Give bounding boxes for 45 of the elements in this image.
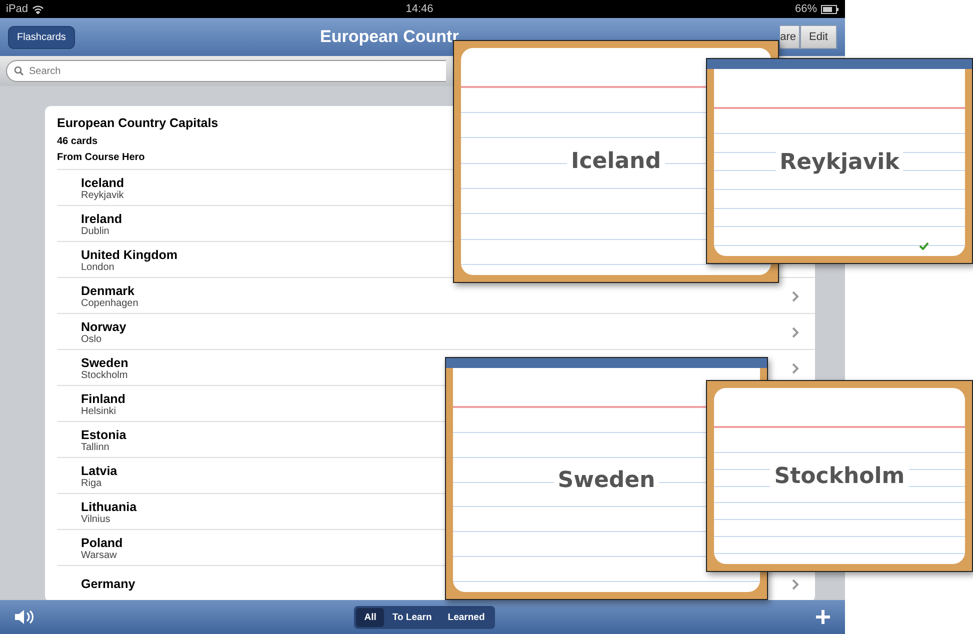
card-front-text: Germany [81, 577, 136, 591]
card-back-text: Copenhagen [81, 298, 138, 308]
card-back-text: Helsinki [81, 406, 116, 416]
search-icon [14, 66, 24, 76]
wifi-icon [32, 4, 44, 14]
card-front-text: Iceland [81, 176, 124, 190]
card-front-text: Norway [81, 320, 126, 334]
card-back-text: Riga [81, 478, 102, 488]
filter-segment[interactable]: To Learn [384, 608, 440, 626]
search-field[interactable]: Search [6, 60, 446, 82]
card-count: 46 cards [57, 135, 98, 149]
card-back-text: Reykjavik [81, 190, 124, 200]
device-name: iPad [6, 3, 28, 15]
filter-segment[interactable]: Learned [440, 608, 493, 626]
nav-button[interactable]: are [780, 25, 800, 49]
battery-percent: 66% [794, 3, 817, 15]
card-front-text: Lithuania [81, 500, 137, 514]
deck-source: From Course Hero [57, 151, 145, 165]
nav-title: European Countr [320, 27, 459, 47]
speaker-icon[interactable] [14, 609, 34, 625]
card-back-text: Tallinn [81, 442, 110, 452]
card-back-text: Warsaw [81, 550, 117, 560]
flashcard-text: Reykjavik [776, 150, 904, 175]
card-front-text: United Kingdom [81, 248, 178, 262]
flashcard-text: Stockholm [770, 464, 909, 488]
card-back-text: Vilnius [81, 514, 110, 524]
card-back-text: Oslo [81, 334, 102, 344]
card-back-text: London [81, 262, 114, 272]
checkmark-icon [919, 242, 929, 250]
card-front-text: Denmark [81, 284, 134, 298]
back-button[interactable]: Flashcards [8, 26, 75, 48]
battery-icon [821, 4, 839, 14]
card-front-text: Estonia [81, 428, 126, 442]
deck-title: European Country Capitals [57, 116, 218, 130]
nav-button[interactable]: Edit [800, 25, 837, 49]
card-front-text: Latvia [81, 464, 118, 478]
card-front-text: Finland [81, 392, 126, 406]
card-front-text: Sweden [81, 356, 128, 370]
card-back-text: Stockholm [81, 370, 128, 380]
card-front-text: Poland [81, 536, 123, 550]
card-front-text: Ireland [81, 212, 122, 226]
filter-segment[interactable]: All [356, 608, 384, 626]
card-back-text: Dublin [81, 226, 110, 236]
clock-time: 14:46 [406, 3, 434, 15]
add-icon[interactable] [815, 609, 831, 625]
